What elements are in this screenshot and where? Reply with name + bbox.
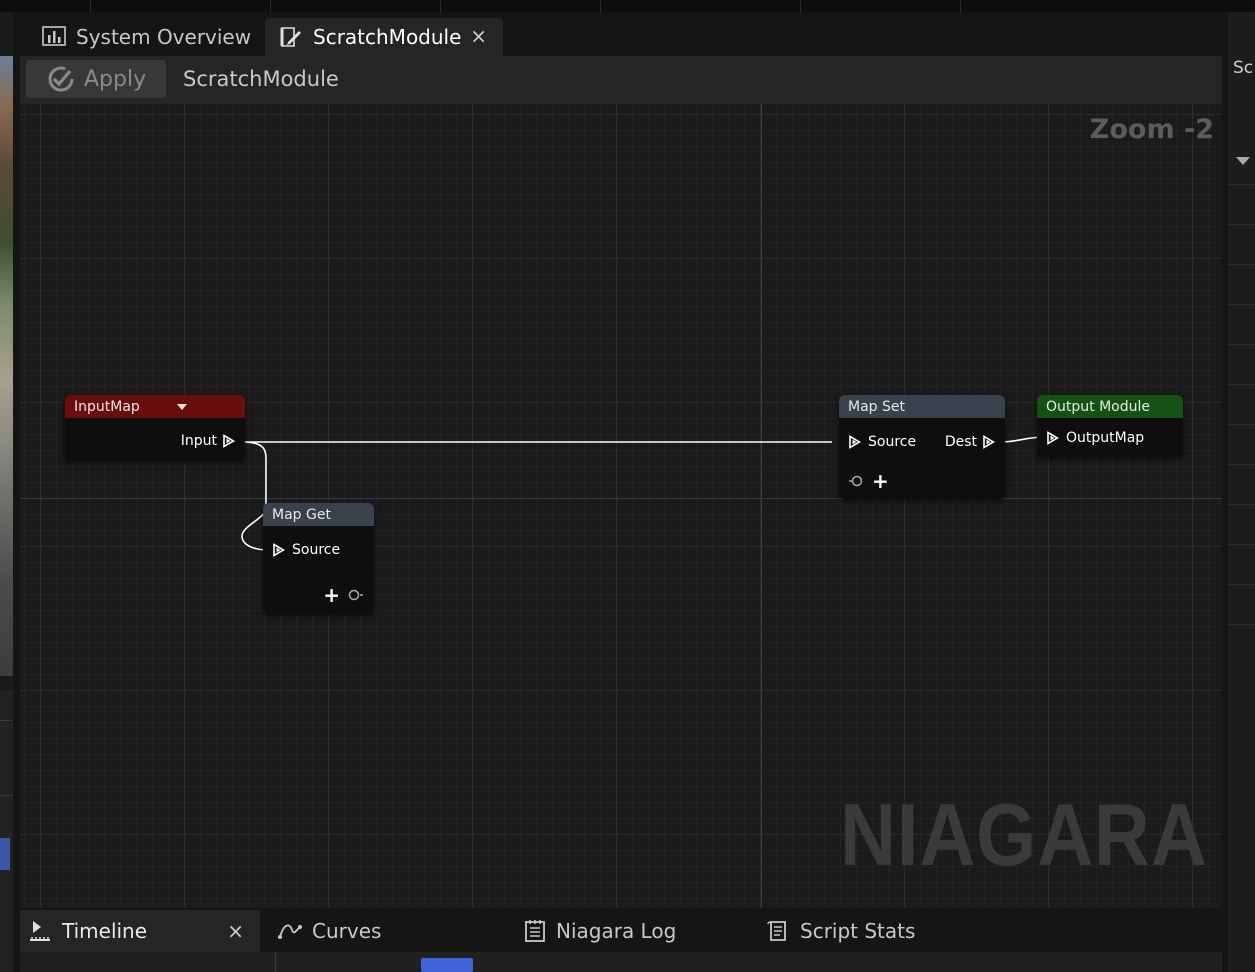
apply-label: Apply [84,66,147,92]
pin-output-map[interactable]: OutputMap [1046,430,1144,446]
add-pin-row: + [848,469,889,493]
toolbar-divider [275,952,276,972]
tab-script-stats[interactable]: Script Stats [758,910,915,952]
top-strip [0,0,1255,12]
tab-system-overview[interactable]: System Overview [28,18,263,56]
node-title: Output Module [1037,395,1183,418]
node-title-text: InputMap [74,398,140,415]
pin-input[interactable]: Input [181,433,235,449]
node-title-text: Map Get [272,506,331,523]
pin-dest[interactable]: Dest [945,434,995,450]
tab-label: Niagara Log [556,919,677,943]
bottom-tab-bar: Timeline × Curves Niagara Log Script Sta… [20,910,1222,952]
exec-pin-icon[interactable] [272,543,285,557]
exec-pin-icon[interactable] [222,434,235,448]
tab-label: System Overview [76,25,252,49]
right-row-divider [1228,504,1255,505]
tab-timeline[interactable]: Timeline × [20,910,260,952]
node-map-get[interactable]: Map Get Source + [263,503,374,614]
pin-source[interactable]: Source [848,434,916,450]
tab-label: Script Stats [800,919,916,943]
right-row-divider [1228,384,1255,385]
pin-label: Dest [944,434,977,450]
right-row-divider [1228,344,1255,345]
tab-scratch-module[interactable]: ScratchModule × [265,18,503,56]
exec-pin-icon[interactable] [1046,431,1059,445]
graph-toolbar: Apply ScratchModule [20,56,1222,104]
stats-icon [766,919,790,943]
left-lower-panel [0,690,13,972]
right-row-divider [1228,224,1255,225]
pin-label: OutputMap [1066,430,1145,446]
timeline-toolbar [20,952,1222,972]
pin-label: Input [180,433,217,449]
pin-source[interactable]: Source [272,542,340,558]
right-row-divider [1228,424,1255,425]
node-input-map[interactable]: InputMap Input [65,395,245,461]
tab-label: Curves [312,919,382,943]
right-row-divider [1228,544,1255,545]
right-row-divider [1228,304,1255,305]
tab-label: ScratchModule [313,25,462,49]
document-tab-bar: System Overview ScratchModule × [13,12,1228,56]
node-output-module[interactable]: Output Module OutputMap [1037,395,1183,457]
right-row-divider [1228,624,1255,625]
playback-toggle-button[interactable] [421,958,473,972]
node-title: Map Get [263,503,374,526]
chart-icon [42,26,66,48]
tab-label: Timeline [62,919,148,943]
close-icon[interactable]: × [227,919,244,943]
chevron-down-icon[interactable] [1234,152,1252,171]
script-edit-icon [279,26,303,48]
connection-wires [241,436,1048,551]
apply-button[interactable]: Apply [26,60,166,98]
apply-icon [46,64,76,94]
dropdown-arrow-icon[interactable] [176,403,188,411]
right-row-divider [1228,264,1255,265]
tab-curves[interactable]: Curves [270,910,381,952]
add-pin-icon[interactable]: + [872,469,889,493]
exec-pin-icon[interactable] [848,435,861,449]
add-pin-icon[interactable]: + [323,583,340,607]
graph-title: ScratchModule [183,67,339,91]
right-panel-title: Sc [1233,58,1254,78]
pin-label: Source [292,542,341,558]
node-title-text: Map Set [848,398,905,415]
tab-niagara-log[interactable]: Niagara Log [516,910,676,952]
node-title: InputMap [65,395,245,418]
curves-icon [278,921,302,941]
timeline-icon [28,919,52,943]
left-divider [0,720,13,721]
right-row-divider [1228,584,1255,585]
node-map-set[interactable]: Map Set Source Dest + [839,395,1005,499]
right-row-divider [1228,464,1255,465]
viewport-preview [0,56,13,676]
add-pin-row: + [323,583,364,607]
node-graph-canvas[interactable]: Zoom -2 NIAGARA InputMap Input Map Get S… [20,104,1222,908]
empty-pin-icon[interactable] [348,589,364,601]
node-title: Map Set [839,395,1005,418]
close-icon[interactable]: × [470,24,487,48]
exec-pin-icon[interactable] [982,435,995,449]
node-title-text: Output Module [1046,398,1150,415]
left-selected-row[interactable] [0,838,10,870]
pin-label: Source [868,434,917,450]
log-icon [524,919,546,943]
right-row-divider [1228,184,1255,185]
empty-pin-icon[interactable] [848,475,864,487]
left-divider [0,795,13,796]
